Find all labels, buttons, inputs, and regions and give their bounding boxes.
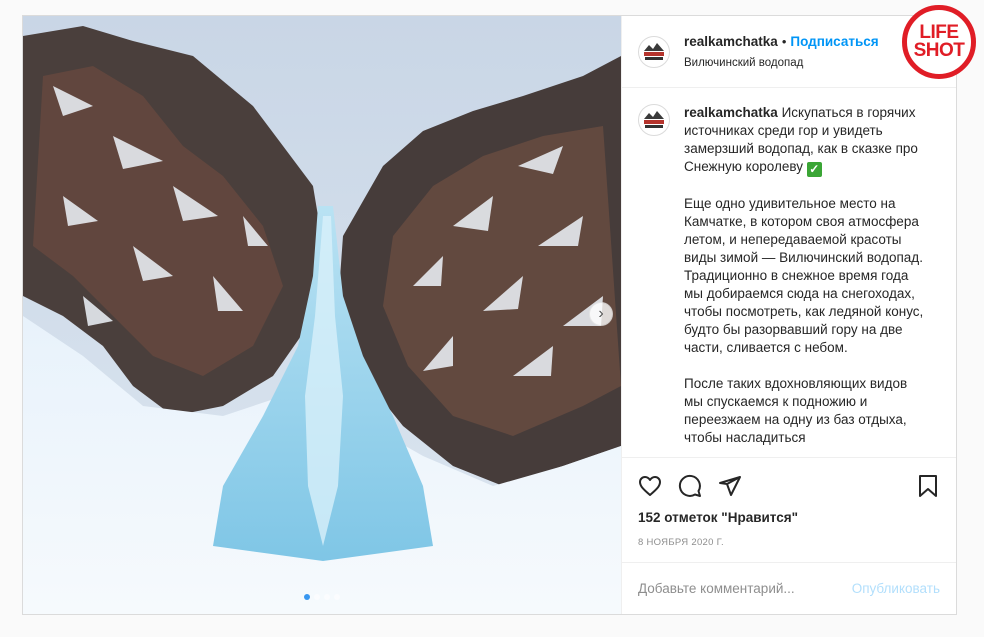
comment-input[interactable]: Добавьте комментарий...: [638, 581, 795, 596]
instagram-post: › realkamchatka • Подписаться Вилючински…: [22, 15, 957, 615]
publish-button[interactable]: Опубликовать: [852, 581, 940, 596]
watermark-line-2: SHOT: [913, 40, 965, 61]
carousel-dot: [314, 594, 320, 600]
separator-dot: •: [781, 34, 787, 50]
comment-icon: [678, 474, 701, 497]
post-date: 8 НОЯБРЯ 2020 Г.: [638, 537, 724, 548]
bookmark-icon: [919, 475, 937, 497]
follow-button[interactable]: Подписаться: [790, 34, 878, 49]
avatar-logo-icon: [640, 106, 668, 134]
carousel-indicator: [23, 594, 621, 600]
page: › realkamchatka • Подписаться Вилючински…: [0, 0, 984, 637]
location-link[interactable]: Вилючинский водопад: [684, 56, 879, 72]
chevron-right-icon: ›: [598, 305, 604, 322]
carousel-dot: [304, 594, 310, 600]
username-link[interactable]: realkamchatka: [684, 34, 778, 49]
caption-text: realkamchatka Искупаться в горячих источ…: [684, 104, 924, 457]
post-image[interactable]: ›: [23, 16, 621, 614]
likes-count[interactable]: 152 отметок "Нравится": [638, 510, 940, 525]
caption-area[interactable]: realkamchatka Искупаться в горячих источ…: [622, 88, 956, 457]
share-button[interactable]: [718, 470, 750, 502]
carousel-dot: [334, 594, 340, 600]
post-actions: 152 отметок "Нравится" 8 НОЯБРЯ 2020 Г.: [622, 457, 956, 562]
lifeshot-watermark-logo: LIFE SHOT: [902, 5, 976, 79]
post-sidebar: realkamchatka • Подписаться Вилючинский во…: [621, 16, 956, 614]
waterfall-photo: [23, 16, 621, 614]
comment-box: Добавьте комментарий... Опубликовать: [622, 562, 956, 614]
save-button[interactable]: [908, 470, 940, 502]
avatar-logo-icon: [640, 37, 668, 66]
carousel-dot: [324, 594, 330, 600]
caption-username[interactable]: realkamchatka: [684, 105, 778, 120]
check-mark-icon: ✓: [806, 162, 822, 177]
avatar[interactable]: [638, 35, 670, 68]
caption-paragraph-2: Еще одно удивительное место на Камчатке,…: [684, 196, 924, 355]
caption-avatar[interactable]: [638, 104, 670, 136]
caption-paragraph-3: После таких вдохновляющих видов мы спуск…: [684, 376, 908, 445]
like-button[interactable]: [638, 470, 670, 502]
comment-button[interactable]: [678, 470, 710, 502]
heart-icon: [639, 476, 661, 496]
share-icon: [719, 476, 741, 496]
next-image-button[interactable]: ›: [589, 302, 613, 326]
